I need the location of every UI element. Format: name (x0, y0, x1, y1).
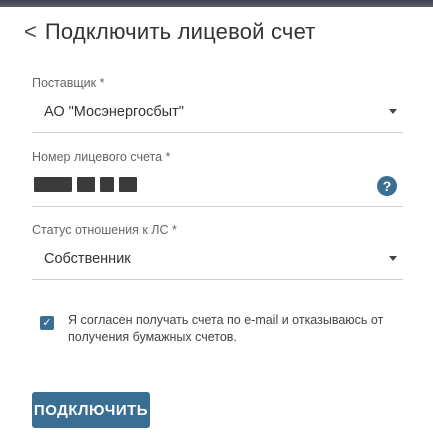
supplier-label: Поставщик * (32, 76, 105, 90)
relation-status-label: Статус отношения к ЛС * (32, 223, 177, 237)
email-consent: ✓ Я согласен получать счета по e-mail и … (40, 312, 400, 346)
chevron-down-icon (389, 109, 397, 114)
help-icon[interactable]: ? (377, 176, 397, 196)
mask-block (100, 177, 114, 192)
relation-status-value: Собственник (44, 250, 131, 267)
mask-block (119, 177, 137, 192)
page-header: < Подключить лицевой счет (24, 14, 316, 50)
consent-checkbox[interactable]: ✓ (40, 316, 54, 330)
supplier-value: АО "Мосэнергосбыт" (44, 103, 184, 120)
page-title: Подключить лицевой счет (44, 19, 316, 44)
masked-account-number (34, 177, 137, 192)
supplier-select[interactable]: АО "Мосэнергосбыт" (32, 91, 403, 133)
chevron-down-icon (389, 256, 397, 261)
consent-text: Я согласен получать счета по e-mail и от… (68, 313, 384, 344)
back-chevron-icon[interactable]: < (24, 21, 37, 43)
account-number-field[interactable]: ? (32, 165, 403, 207)
mask-block (77, 177, 95, 192)
connect-button[interactable]: ПОДКЛЮЧИТЬ (32, 392, 150, 428)
account-number-label: Номер лицевого счета * (32, 150, 171, 164)
top-strip (0, 0, 433, 7)
relation-status-select[interactable]: Собственник (32, 238, 403, 280)
mask-block (34, 177, 72, 192)
